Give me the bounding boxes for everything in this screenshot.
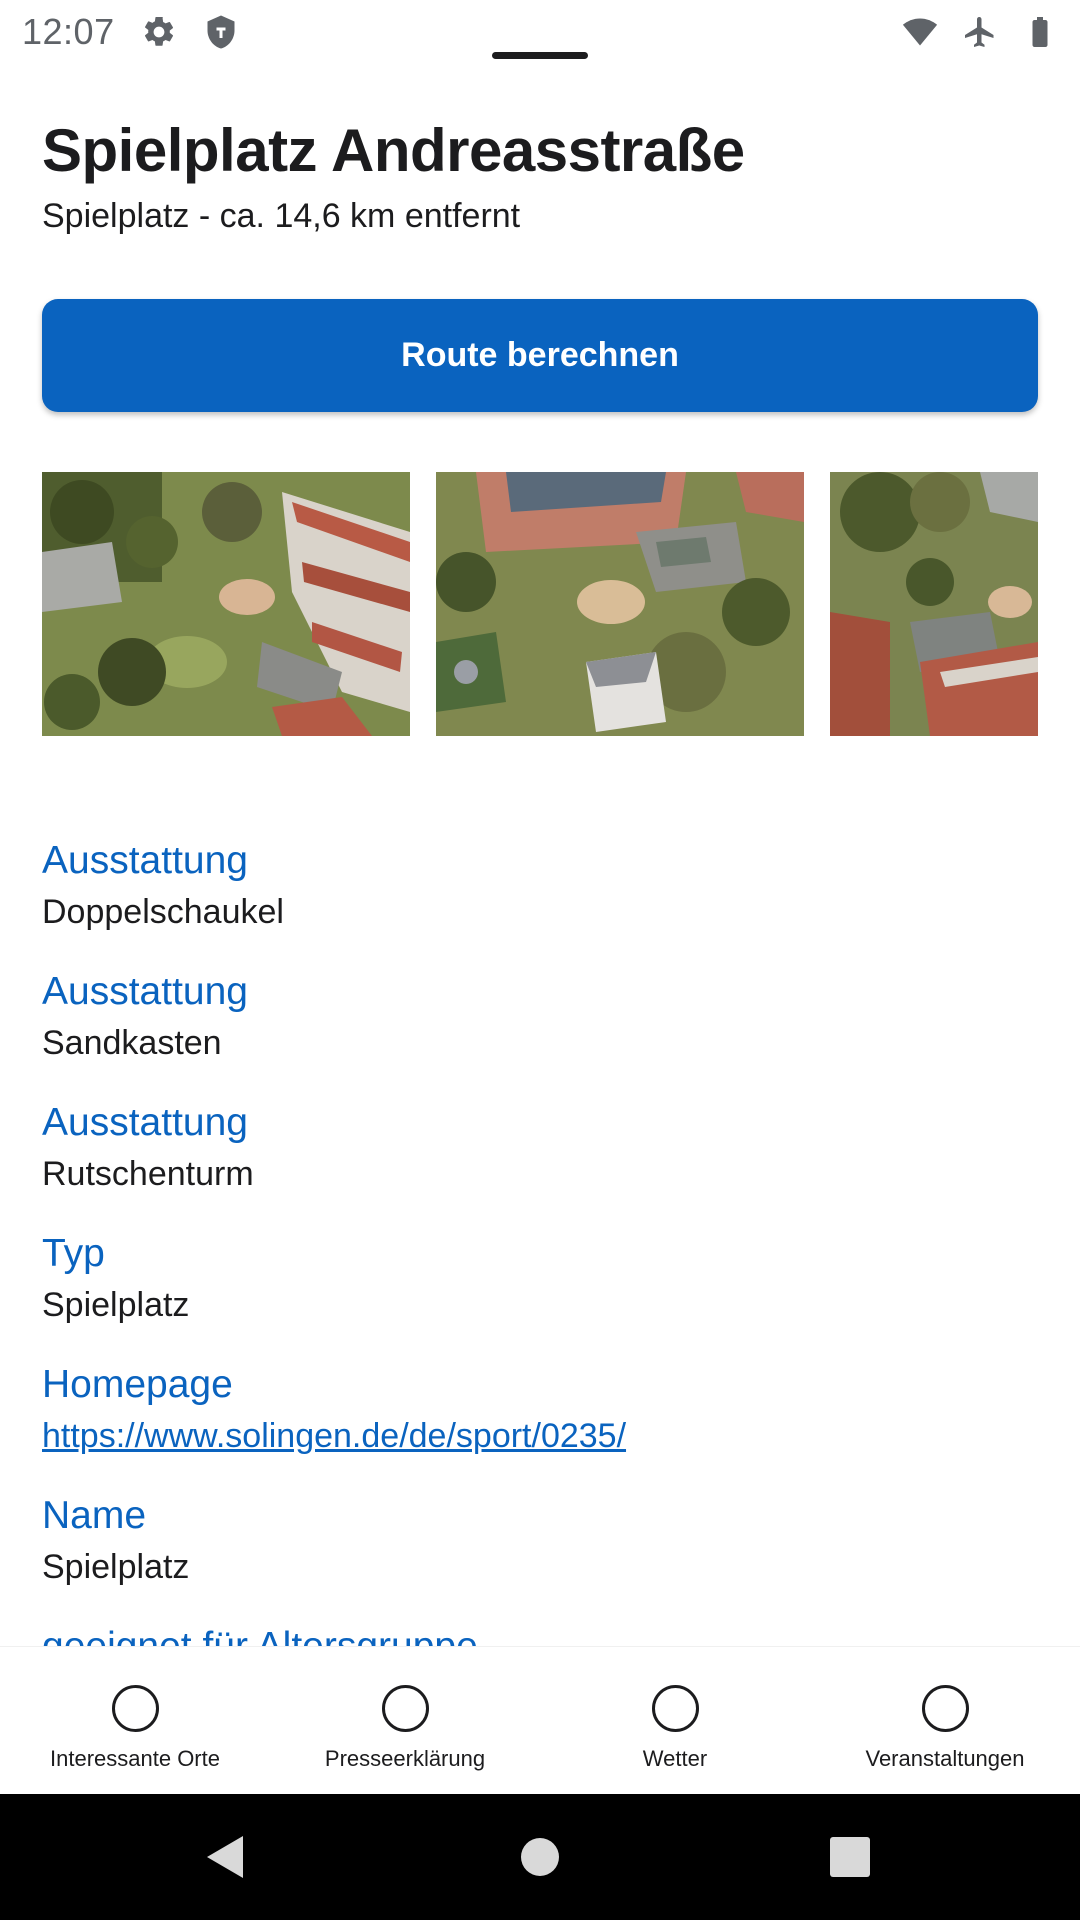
- detail-label: Ausstattung: [42, 970, 248, 1013]
- place-detail-screen: 12:07 Spielplatz Andreasstraße Spielplat…: [0, 0, 1080, 1920]
- shield-icon: [207, 15, 235, 49]
- gallery-photo[interactable]: [436, 472, 804, 736]
- circle-icon: [111, 1685, 159, 1732]
- bottom-navigation: Interessante Orte Presseerklärung Wetter…: [0, 1646, 1080, 1794]
- detail-label: geeignet für Altersgruppe: [42, 1623, 1038, 1646]
- nav-item-press-release[interactable]: Presseerklärung: [270, 1647, 540, 1795]
- detail-label: Name: [42, 1494, 147, 1537]
- nav-label: Presseerklärung: [324, 1746, 486, 1771]
- detail-value-wrapper: https://www.solingen.de/de/sport/0235/: [42, 1409, 1038, 1463]
- route-button[interactable]: Route berechnen: [42, 299, 1038, 412]
- homepage-link[interactable]: https://www.solingen.de/de/sport/0235/: [42, 1417, 626, 1455]
- detail-item-name: Name Spielplatz: [42, 1492, 1038, 1623]
- system-recents-button[interactable]: [790, 1794, 910, 1920]
- status-left: 12:07: [22, 11, 239, 53]
- recents-square-icon: [830, 1837, 870, 1877]
- detail-content[interactable]: Spielplatz Andreasstraße Spielplatz - ca…: [0, 64, 1080, 1646]
- system-navigation-bar: [0, 1794, 1080, 1920]
- system-back-button[interactable]: [165, 1794, 285, 1920]
- nav-item-weather[interactable]: Wetter: [540, 1647, 810, 1795]
- aerial-photo-image: [436, 472, 804, 736]
- system-home-button[interactable]: [480, 1794, 600, 1920]
- nav-item-events[interactable]: Veranstaltungen: [810, 1647, 1080, 1795]
- detail-value: Rutschenturm: [42, 1155, 254, 1193]
- details-list: Ausstattung Doppelschaukel Ausstattung S…: [42, 837, 1038, 1646]
- gear-icon: [144, 16, 173, 46]
- detail-item-homepage: Homepage https://www.solingen.de/de/spor…: [42, 1361, 1038, 1492]
- status-right: [902, 14, 1058, 50]
- airplane-icon: [965, 17, 994, 47]
- gallery-photo[interactable]: [42, 472, 410, 736]
- battery-icon: [1032, 17, 1048, 47]
- detail-value: Sandkasten: [42, 1024, 222, 1062]
- sheet-drag-handle[interactable]: [492, 52, 588, 59]
- nav-label: Interessante Orte: [50, 1746, 220, 1771]
- detail-label: Ausstattung: [42, 839, 248, 882]
- detail-label: Ausstattung: [42, 1101, 248, 1144]
- wifi-icon: [902, 18, 938, 46]
- photo-gallery[interactable]: [42, 472, 1038, 736]
- detail-item-equipment-2: Ausstattung Sandkasten: [42, 968, 1038, 1099]
- detail-item-equipment-3: Ausstattung Rutschenturm: [42, 1099, 1038, 1230]
- gallery-photo[interactable]: [830, 472, 1038, 736]
- nav-label: Veranstaltungen: [865, 1746, 1025, 1771]
- place-subtitle: Spielplatz - ca. 14,6 km entfernt: [42, 197, 521, 235]
- circle-icon: [921, 1685, 969, 1732]
- nav-label: Wetter: [642, 1746, 708, 1771]
- circle-icon: [651, 1685, 699, 1732]
- status-time: 12:07: [22, 11, 115, 52]
- aerial-photo-image: [830, 472, 1038, 736]
- nav-item-interesting-places[interactable]: Interessante Orte: [0, 1647, 270, 1795]
- page-title: Spielplatz Andreasstraße: [42, 117, 745, 184]
- detail-value: Spielplatz: [42, 1286, 190, 1324]
- detail-item-equipment-1: Ausstattung Doppelschaukel: [42, 837, 1038, 968]
- back-triangle-icon: [207, 1836, 243, 1878]
- detail-label: Homepage: [42, 1363, 233, 1406]
- detail-value: Spielplatz: [42, 1548, 190, 1586]
- detail-label: Typ: [42, 1232, 105, 1275]
- aerial-photo-image: [42, 472, 410, 736]
- detail-item-age-group: geeignet für Altersgruppe: [42, 1623, 1038, 1646]
- detail-item-type: Typ Spielplatz: [42, 1230, 1038, 1361]
- detail-value: Doppelschaukel: [42, 893, 284, 931]
- home-circle-icon: [521, 1838, 559, 1876]
- circle-icon: [381, 1685, 429, 1732]
